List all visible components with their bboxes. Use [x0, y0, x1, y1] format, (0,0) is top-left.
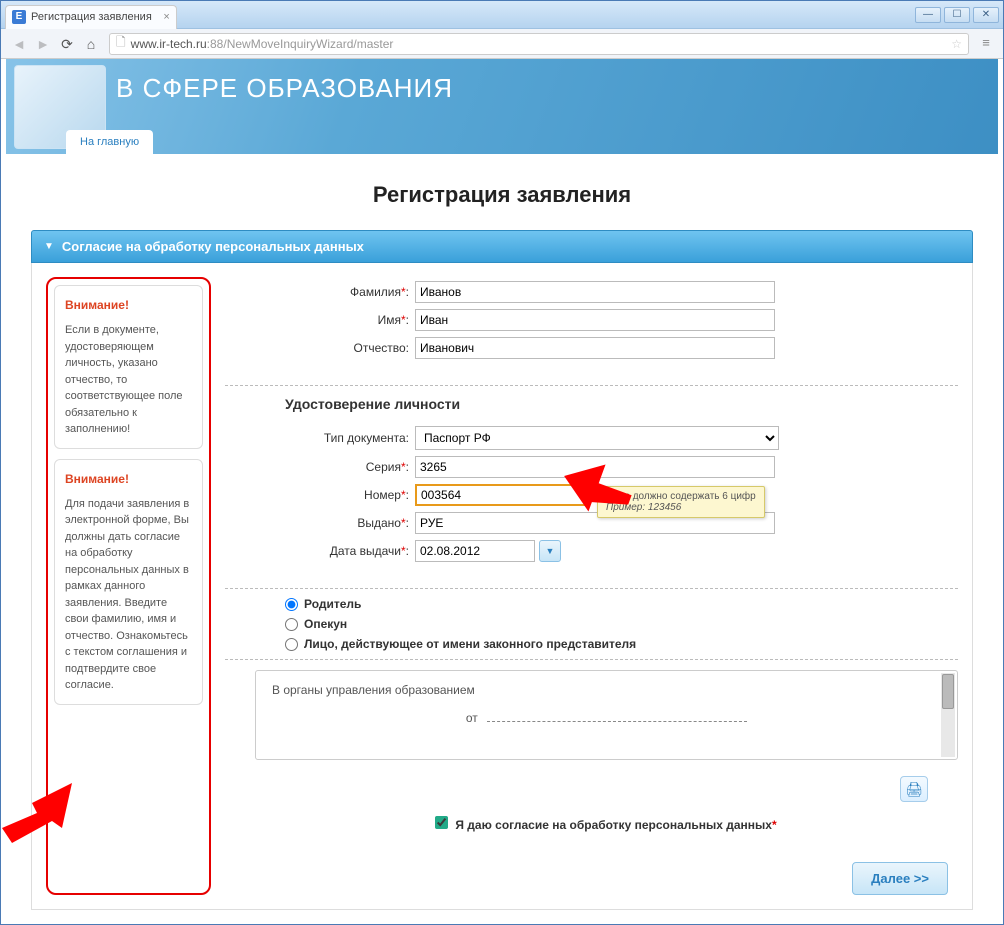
tab-title: Регистрация заявления: [31, 11, 152, 23]
doctype-label: Тип документа:: [225, 431, 415, 445]
annotation-arrow-icon: [2, 783, 72, 846]
firstname-label: Имя*:: [225, 313, 415, 327]
warning-1-body: Если в документе, удостоверяющем личност…: [65, 322, 192, 438]
browser-tab[interactable]: E Регистрация заявления ×: [5, 5, 177, 29]
back-button[interactable]: ◄: [9, 34, 29, 54]
divider: [225, 385, 958, 386]
radio-parent[interactable]: [285, 598, 298, 611]
consent-checkbox[interactable]: [435, 816, 448, 829]
form-column: Фамилия*: Имя*: Отчество: Уд: [225, 277, 958, 895]
name-section: Фамилия*: Имя*: Отчество:: [225, 277, 958, 377]
print-button[interactable]: 🖨: [900, 776, 928, 802]
radio-guardian[interactable]: [285, 618, 298, 631]
radio-representative-row: Лицо, действующее от имени законного пре…: [285, 637, 958, 651]
doctype-select[interactable]: Паспорт РФ: [415, 426, 779, 450]
consent-text-box[interactable]: В органы управления образованием от: [255, 670, 958, 760]
page-body: Регистрация заявления ▼ Согласие на обра…: [1, 154, 1003, 924]
titlebar: E Регистрация заявления × — ☐ ✕: [1, 1, 1003, 29]
forward-button[interactable]: ►: [33, 34, 53, 54]
consent-text: В органы управления образованием от: [272, 683, 941, 725]
lastname-label: Фамилия*:: [225, 285, 415, 299]
accordion-title: Согласие на обработку персональных данны…: [62, 239, 364, 254]
home-button[interactable]: ⌂: [81, 34, 101, 54]
series-label: Серия*:: [225, 460, 415, 474]
accordion-header[interactable]: ▼ Согласие на обработку персональных дан…: [31, 230, 973, 263]
warning-2-body: Для подачи заявления в электронной форме…: [65, 496, 192, 694]
browser-toolbar: ◄ ► ⟳ ⌂ 🗋 www.ir-tech.ru:88/NewMoveInqui…: [1, 29, 1003, 59]
home-link[interactable]: На главную: [66, 130, 153, 154]
radio-representative-label: Лицо, действующее от имени законного пре…: [304, 637, 636, 651]
radio-guardian-row: Опекун: [285, 617, 958, 631]
issued-label: Выдано*:: [225, 516, 415, 530]
address-bar[interactable]: 🗋 www.ir-tech.ru:88/NewMoveInquiryWizard…: [109, 33, 969, 55]
consent-checkbox-label: Я даю согласие на обработку персональных…: [455, 818, 772, 832]
page-title: Регистрация заявления: [31, 182, 973, 208]
toolbar-right: ≡: [977, 35, 995, 53]
issuedate-label: Дата выдачи*:: [225, 544, 415, 558]
consent-checkbox-row: Я даю согласие на обработку персональных…: [435, 816, 958, 832]
scrollbar-thumb[interactable]: [942, 674, 954, 709]
nav-buttons: ◄ ► ⟳ ⌂: [9, 34, 101, 54]
bookmark-icon[interactable]: ☆: [951, 37, 962, 51]
url-text: www.ir-tech.ru:88/NewMoveInquiryWizard/m…: [131, 37, 952, 51]
warning-1-title: Внимание!: [65, 296, 192, 314]
browser-window: E Регистрация заявления × — ☐ ✕ ◄ ► ⟳ ⌂ …: [0, 0, 1004, 925]
menu-icon[interactable]: ≡: [977, 35, 995, 53]
lastname-input[interactable]: [415, 281, 775, 303]
reload-button[interactable]: ⟳: [57, 34, 77, 54]
annotation-arrow-icon: [562, 463, 632, 516]
number-label: Номер*:: [225, 488, 415, 502]
warning-2-title: Внимание!: [65, 470, 192, 488]
close-tab-icon[interactable]: ×: [163, 11, 169, 23]
divider: [225, 588, 958, 589]
maximize-button[interactable]: ☐: [944, 7, 970, 23]
divider: [225, 659, 958, 660]
close-window-button[interactable]: ✕: [973, 7, 999, 23]
date-picker-button[interactable]: ▼: [539, 540, 561, 562]
warning-box-2: Внимание! Для подачи заявления в электро…: [54, 459, 203, 705]
favicon-icon: E: [12, 10, 26, 24]
page-banner: В СФЕРЕ ОБРАЗОВАНИЯ На главную: [6, 59, 998, 154]
chevron-down-icon: ▼: [44, 241, 54, 252]
consent-line1: В органы управления образованием: [272, 683, 941, 697]
window-buttons: — ☐ ✕: [915, 7, 999, 23]
banner-nav: На главную: [66, 130, 153, 154]
id-section-title: Удостоверение личности: [285, 396, 958, 412]
minimize-button[interactable]: —: [915, 7, 941, 23]
next-button[interactable]: Далее >>: [852, 862, 948, 895]
patronymic-input[interactable]: [415, 337, 775, 359]
accordion-body: Внимание! Если в документе, удостоверяющ…: [31, 263, 973, 910]
patronymic-label: Отчество:: [225, 341, 415, 355]
page-content: В СФЕРЕ ОБРАЗОВАНИЯ На главную Регистрац…: [1, 59, 1003, 924]
warning-box-1: Внимание! Если в документе, удостоверяющ…: [54, 285, 203, 449]
radio-parent-row: Родитель: [285, 597, 958, 611]
radio-parent-label: Родитель: [304, 597, 361, 611]
radio-representative[interactable]: [285, 638, 298, 651]
consent-blank-line: [487, 721, 747, 722]
firstname-input[interactable]: [415, 309, 775, 331]
consent-from-label: от: [466, 711, 478, 725]
globe-icon: 🗋: [116, 33, 126, 54]
radio-guardian-label: Опекун: [304, 617, 347, 631]
issuedate-input[interactable]: [415, 540, 535, 562]
banner-title: В СФЕРЕ ОБРАЗОВАНИЯ: [116, 73, 998, 104]
